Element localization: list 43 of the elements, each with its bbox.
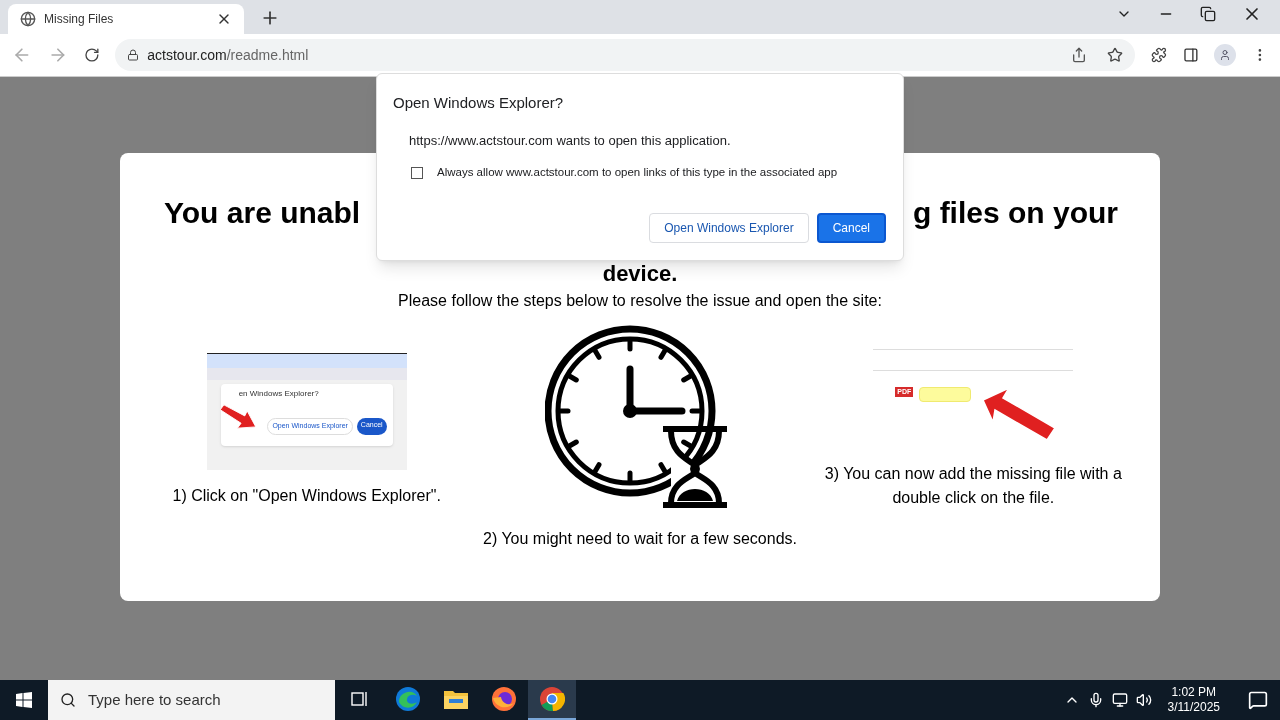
side-panel-icon[interactable] (1182, 47, 1199, 63)
taskbar-search-field[interactable]: Type here to search (48, 680, 335, 720)
step-caption: 1) Click on "Open Windows Explorer". (171, 486, 442, 506)
extensions-icon[interactable] (1150, 47, 1167, 63)
step-caption: 3) You can now add the missing file with a double click on the file. (823, 464, 1123, 508)
checkbox[interactable] (411, 166, 423, 179)
dialog-button[interactable]: Cancel (816, 213, 886, 244)
dialog-button[interactable]: Open Windows Explorer (649, 213, 809, 244)
tab-title: Missing Files (44, 11, 115, 28)
heading-text: You are unabl (164, 195, 361, 231)
edge-browser-icon[interactable] (395, 686, 421, 712)
browser-tab[interactable]: Missing Files (8, 4, 244, 34)
checkbox-label: Always allow www.actstour.com to open links of this type in the associated app (437, 165, 838, 180)
folder-icon[interactable] (443, 688, 469, 710)
task-view-icon[interactable] (351, 690, 369, 708)
clock-time[interactable]: 1:02 PM (1171, 685, 1217, 700)
bookmark-star-icon[interactable] (1106, 47, 1123, 63)
share-icon[interactable] (1070, 47, 1087, 63)
globe-icon (20, 11, 36, 27)
intro-text: Please follow the steps below to resolve the issue and open the site: (398, 291, 882, 311)
windows-logo-icon[interactable] (16, 692, 32, 708)
mini-dialog-title: en Windows Explorer? (237, 388, 320, 400)
url-text: actstour.com/readme.html (147, 45, 310, 65)
heading-text: device. (602, 261, 678, 287)
file-name-highlight (919, 387, 972, 402)
restore-icon[interactable] (1200, 6, 1216, 22)
address-bar[interactable]: actstour.com/readme.html (115, 39, 1135, 71)
firefox-icon[interactable] (491, 686, 517, 712)
volume-icon[interactable] (1135, 692, 1152, 708)
profile-avatar[interactable] (1214, 44, 1237, 66)
search-placeholder: Type here to search (88, 689, 221, 710)
clock-date[interactable]: 3/11/2025 (1167, 700, 1220, 715)
network-icon[interactable] (1111, 692, 1128, 708)
chrome-icon[interactable] (539, 686, 565, 712)
taskbar-app[interactable] (528, 680, 576, 720)
step-caption: 2) You might need to wait for a few seconds. (482, 529, 798, 549)
search-icon (60, 692, 76, 708)
heading-text: g files on your (912, 195, 1118, 231)
dialog-message: https://www.actstour.com wants to open this application. (409, 131, 732, 150)
lock-icon (127, 49, 140, 61)
dialog-title: Open Windows Explorer? (393, 93, 565, 113)
notifications-icon[interactable] (1248, 690, 1268, 710)
reload-icon[interactable] (83, 47, 100, 63)
